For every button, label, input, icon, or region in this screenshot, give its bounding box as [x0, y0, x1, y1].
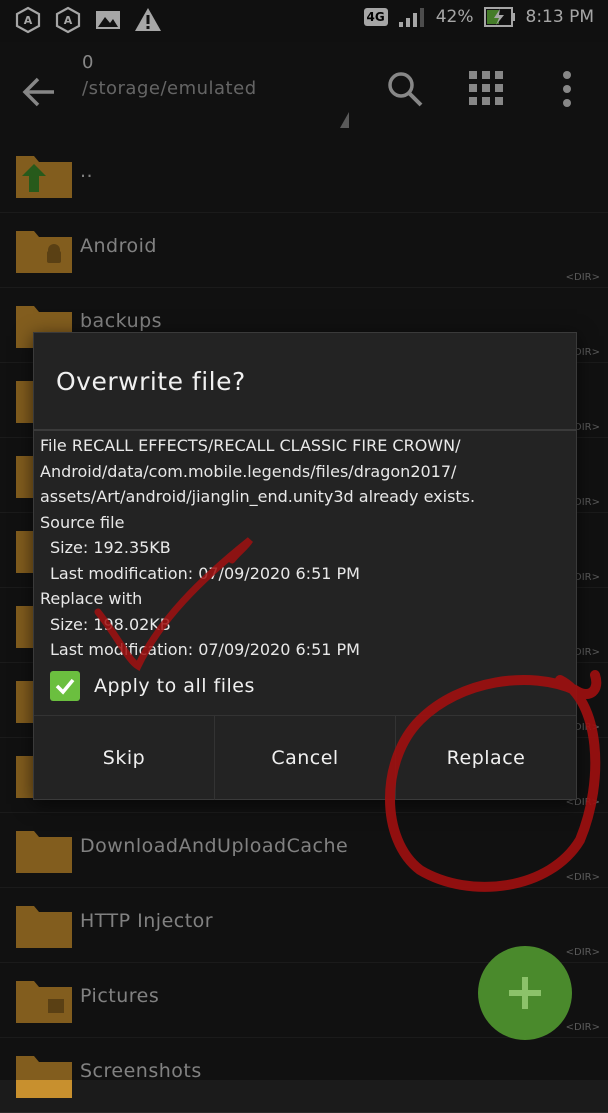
apply-all-checkbox[interactable]: [50, 671, 80, 701]
dialog-buttons: Skip Cancel Replace: [34, 715, 576, 800]
source-modified: Last modification: 07/09/2020 6:51 PM: [50, 563, 360, 583]
plus-icon: [509, 977, 541, 1009]
message-line: Android/data/com.mobile.legends/files/dr…: [40, 461, 457, 481]
apply-all-label: Apply to all files: [94, 675, 255, 697]
replace-with-label: Replace with: [40, 589, 143, 608]
checkmark-icon: [55, 678, 75, 695]
overwrite-dialog: Overwrite file? File RECALL EFFECTS/RECA…: [33, 332, 577, 800]
replace-modified: Last modification: 07/09/2020 6:51 PM: [50, 640, 360, 659]
replace-button[interactable]: Replace: [396, 716, 576, 800]
replace-size: Size: 198.02KB: [50, 614, 171, 634]
add-fab-button[interactable]: [478, 946, 572, 1040]
skip-button[interactable]: Skip: [34, 716, 215, 800]
dialog-message: File RECALL EFFECTS/RECALL CLASSIC FIRE …: [40, 433, 570, 663]
message-line: assets/Art/android/jianglin_end.unity3d …: [40, 487, 476, 506]
source-size: Size: 192.35KB: [50, 538, 171, 557]
message-line: File RECALL EFFECTS/RECALL CLASSIC FIRE …: [40, 436, 461, 455]
dialog-divider: [34, 429, 576, 431]
cancel-button[interactable]: Cancel: [215, 716, 396, 800]
dialog-title: Overwrite file?: [56, 367, 246, 396]
source-file-label: Source file: [40, 512, 125, 532]
apply-all-row[interactable]: Apply to all files: [50, 671, 255, 701]
